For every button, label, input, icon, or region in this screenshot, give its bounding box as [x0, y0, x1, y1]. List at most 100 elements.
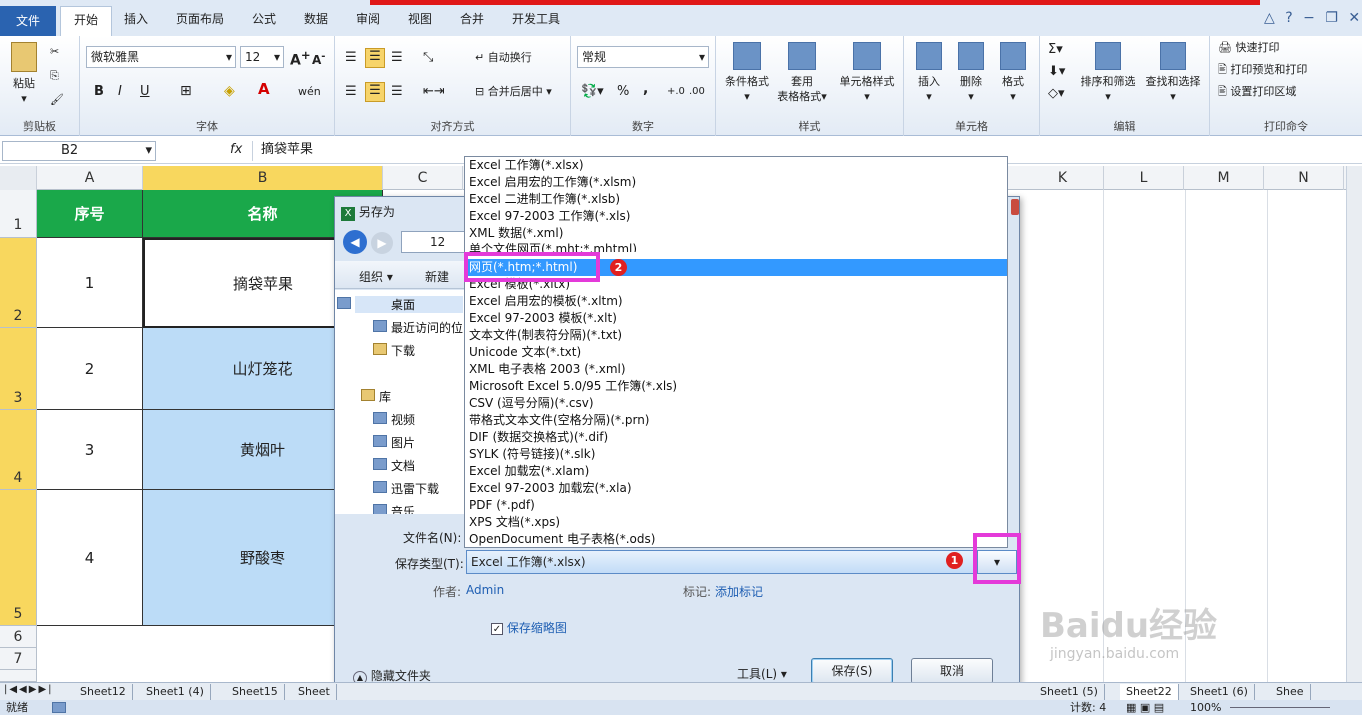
merge-center-button[interactable]: ⊟ 合并后居中 ▾	[475, 84, 552, 99]
conditional-format-button[interactable]: 条件格式 ▾	[720, 42, 774, 104]
sheet-tab[interactable]: Sheet12	[74, 684, 133, 700]
row-header-2[interactable]: 2	[0, 238, 37, 328]
select-all-corner[interactable]	[0, 166, 37, 190]
underline-button[interactable]: U	[140, 84, 150, 99]
tab-developer[interactable]: 开发工具	[504, 6, 568, 32]
list-item[interactable]: 文本文件(制表符分隔)(*.txt)	[469, 327, 622, 344]
align-middle-icon[interactable]: ☰	[365, 48, 385, 68]
border-icon[interactable]: ⊞	[180, 84, 192, 99]
bold-button[interactable]: B	[94, 84, 104, 99]
align-bottom-icon[interactable]: ☰	[391, 50, 403, 65]
list-item[interactable]: OpenDocument 电子表格(*.ods)	[469, 531, 655, 548]
sheet-tab[interactable]: Sheet	[292, 684, 337, 700]
clear-icon[interactable]: ◇▾	[1048, 86, 1065, 101]
quick-print-button[interactable]: 🖨 快速打印	[1218, 40, 1279, 55]
tab-view[interactable]: 视图	[400, 6, 440, 32]
restore-icon[interactable]: ❐	[1325, 10, 1338, 26]
tab-page-layout[interactable]: 页面布局	[168, 6, 232, 32]
number-format-select[interactable]: 常规 ▾	[577, 46, 709, 68]
list-item[interactable]: SYLK (符号链接)(*.slk)	[469, 446, 595, 463]
row-header-7[interactable]: 7	[0, 648, 37, 670]
list-item[interactable]: XPS 文档(*.xps)	[469, 514, 560, 531]
sheet-tab[interactable]: Sheet15	[226, 684, 285, 700]
list-item[interactable]: CSV (逗号分隔)(*.csv)	[469, 395, 594, 412]
column-header-a[interactable]: A	[37, 166, 143, 190]
window-controls[interactable]: △ ? − ❐ ✕	[1264, 10, 1360, 26]
align-right-icon[interactable]: ☰	[391, 84, 403, 99]
nav-item-videos[interactable]: 视频	[373, 411, 415, 428]
nav-item-music[interactable]: 音乐	[373, 503, 415, 514]
fill-color-icon[interactable]: ◈	[224, 84, 235, 99]
print-area-button[interactable]: 🖹 设置打印区域	[1218, 84, 1296, 99]
list-item[interactable]: XML 电子表格 2003 (*.xml)	[469, 361, 626, 378]
copy-icon[interactable]: ⎘	[50, 68, 59, 83]
sheet-tab-active[interactable]: Sheet22	[1120, 684, 1179, 700]
list-item[interactable]: Excel 97-2003 加载宏(*.xla)	[469, 480, 632, 497]
table-cell-no[interactable]: 2	[37, 328, 143, 410]
format-as-table-button[interactable]: 套用 表格格式▾	[774, 42, 830, 104]
font-size-select[interactable]: 12 ▾	[240, 46, 284, 68]
sheet-tab[interactable]: Sheet1 (4)	[140, 684, 211, 700]
wrap-text-button[interactable]: ↵ 自动换行	[475, 50, 532, 65]
save-button[interactable]: 保存(S)	[811, 658, 893, 684]
row-header-8[interactable]	[0, 670, 37, 682]
cut-icon[interactable]: ✂	[50, 44, 59, 59]
sheet-tab[interactable]: Shee	[1270, 684, 1311, 700]
list-item[interactable]: Excel 工作簿(*.xlsx)	[469, 157, 584, 174]
nav-item-desktop[interactable]: 桌面	[337, 296, 463, 313]
sort-filter-button[interactable]: 排序和筛选 ▾	[1076, 42, 1140, 104]
organize-button[interactable]: 组织 ▾	[359, 268, 393, 285]
list-item[interactable]: DIF (数据交换格式)(*.dif)	[469, 429, 608, 446]
nav-item-recent[interactable]: 最近访问的位	[373, 319, 463, 336]
list-item[interactable]: Excel 二进制工作簿(*.xlsb)	[469, 191, 620, 208]
tab-home[interactable]: 开始	[60, 6, 112, 37]
italic-button[interactable]: I	[118, 84, 122, 99]
tab-formulas[interactable]: 公式	[244, 6, 284, 32]
font-color-icon[interactable]: A	[258, 82, 270, 97]
list-item[interactable]: XML 数据(*.xml)	[469, 225, 563, 242]
tab-review[interactable]: 审阅	[348, 6, 388, 32]
minimize-icon[interactable]: −	[1303, 10, 1315, 26]
fill-icon[interactable]: ⬇▾	[1048, 64, 1065, 79]
new-folder-button[interactable]: 新建	[425, 268, 449, 285]
cell-styles-button[interactable]: 单元格样式 ▾	[834, 42, 900, 104]
view-mode-icons[interactable]: ▦ ▣ ▤	[1126, 700, 1164, 715]
comma-button[interactable]: ,	[643, 82, 648, 97]
macro-record-icon[interactable]	[52, 702, 66, 713]
list-item[interactable]: Excel 加载宏(*.xlam)	[469, 463, 589, 480]
paste-button[interactable]: 粘贴 ▾	[6, 42, 42, 106]
minimize-ribbon-icon[interactable]: △	[1264, 10, 1275, 26]
savetype-select[interactable]: Excel 工作簿(*.xlsx)	[466, 550, 976, 574]
sheet-tab[interactable]: Sheet1 (5)	[1034, 684, 1105, 700]
nav-item-downloads[interactable]: 下载	[373, 342, 415, 359]
nav-item-thunder[interactable]: 迅雷下载	[373, 480, 439, 497]
table-cell-no[interactable]: 1	[37, 238, 143, 328]
align-center-icon[interactable]: ☰	[365, 82, 385, 102]
tab-data[interactable]: 数据	[296, 6, 336, 32]
fx-icon[interactable]: fx	[230, 142, 242, 157]
zoom-slider[interactable]	[1230, 707, 1330, 708]
column-header-b[interactable]: B	[143, 166, 383, 190]
row-header-4[interactable]: 4	[0, 410, 37, 490]
nav-item-pictures[interactable]: 图片	[373, 434, 415, 451]
insert-cells-button[interactable]: 插入 ▾	[910, 42, 948, 104]
forward-icon[interactable]: ▶	[371, 232, 393, 254]
tags-value[interactable]: 添加标记	[715, 583, 763, 600]
delete-cells-button[interactable]: 删除 ▾	[952, 42, 990, 104]
sheet-nav-icon[interactable]: |◀◀▶▶|	[4, 684, 54, 695]
format-painter-icon[interactable]: 🖌	[50, 92, 64, 107]
decrease-decimal-icon[interactable]: .00	[689, 84, 705, 99]
back-icon[interactable]: ◀	[343, 230, 367, 254]
list-item[interactable]: 带格式文本文件(空格分隔)(*.prn)	[469, 412, 650, 429]
phonetic-icon[interactable]: wén	[298, 84, 321, 99]
increase-decimal-icon[interactable]: +.0	[667, 84, 685, 99]
list-item[interactable]: PDF (*.pdf)	[469, 497, 535, 514]
align-left-icon[interactable]: ☰	[345, 84, 357, 99]
find-select-button[interactable]: 查找和选择 ▾	[1140, 42, 1206, 104]
table-cell-no[interactable]: 3	[37, 410, 143, 490]
tab-file[interactable]: 文件	[0, 6, 56, 36]
row-header-3[interactable]: 3	[0, 328, 37, 410]
column-header-c[interactable]: C	[383, 166, 463, 190]
author-value[interactable]: Admin	[466, 583, 504, 597]
address-bar[interactable]: 12	[401, 231, 471, 253]
